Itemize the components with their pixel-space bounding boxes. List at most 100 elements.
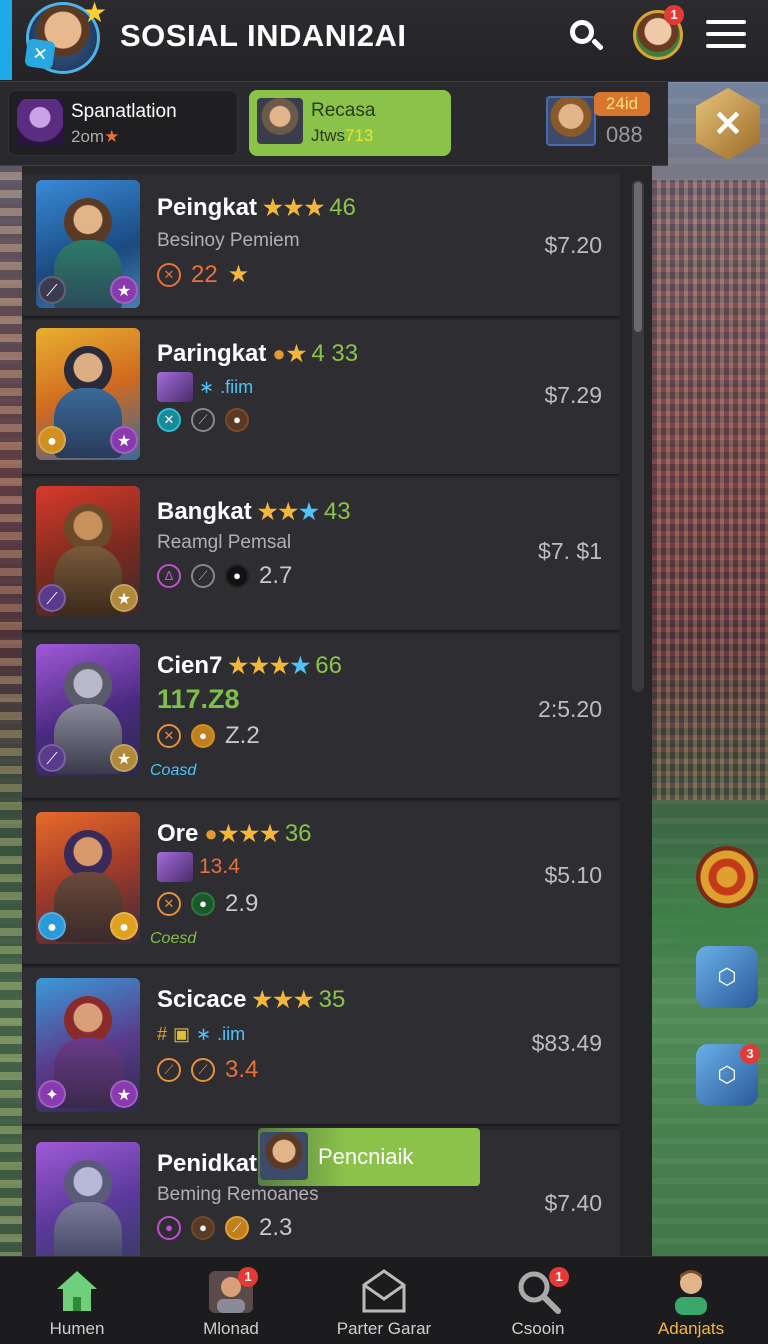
slash-icon: ⟋ bbox=[191, 1058, 215, 1082]
opponent-tag: 24id bbox=[594, 92, 650, 116]
profile-notification-badge: 1 bbox=[664, 5, 684, 25]
featured-bar: Spanatlation 2om★ Recasa Jtws713 24id 08… bbox=[0, 82, 668, 166]
nav-home[interactable]: Humen bbox=[0, 1257, 154, 1344]
hero-price: $7. $1 bbox=[538, 538, 602, 564]
sparkle-icon: ✦ bbox=[38, 1080, 66, 1108]
star-badge-icon: ★ bbox=[110, 584, 138, 612]
search-button[interactable] bbox=[566, 16, 606, 56]
team-thumbnail bbox=[157, 852, 193, 882]
hero-portrait: ● ★ bbox=[36, 328, 140, 460]
star-badge-icon: ★ bbox=[110, 426, 138, 454]
hero-stats: ✕ ● Z.2 bbox=[157, 722, 260, 750]
hero-price: $7.20 bbox=[544, 232, 602, 258]
hero-portrait: ⟋ ★ bbox=[36, 644, 140, 776]
skill-icon: ✕ bbox=[157, 408, 181, 432]
nav-csooin[interactable]: 1 Csooin bbox=[461, 1257, 615, 1344]
scrollbar-thumb[interactable] bbox=[634, 182, 642, 332]
nav-adanjats[interactable]: Adanjats bbox=[614, 1257, 768, 1344]
star-icon: ★ bbox=[82, 0, 108, 28]
star-rating-icon: ★★★ bbox=[257, 499, 320, 524]
hero-subtitle: Beming Remoanes bbox=[157, 1184, 319, 1205]
star-icon: ★ bbox=[227, 261, 250, 288]
opponent-thumbnail[interactable] bbox=[546, 96, 596, 146]
list-item[interactable]: ● ★ Paringkat ●★ 4 33 ∗ .fiim ✕ ⟋ ● $7.29 bbox=[22, 320, 620, 476]
list-item[interactable]: ⟋ ★ Bangkat ★★★ 43 Reamgl Pemsal ∆ ⟋ ● 2.7… bbox=[22, 478, 620, 632]
power-icon: ✕ bbox=[157, 892, 181, 916]
featured-tab-1[interactable]: Spanatlation 2om★ bbox=[8, 90, 238, 156]
hero-name: Cien7 ★★★★ 66 bbox=[157, 652, 342, 679]
list-item[interactable]: ✦ ★ Scicace ★★★ 35 # ▣ ∗ .iim ⟋ ⟋ 3.4 $83.49 bbox=[22, 968, 620, 1126]
featured-thumbnail bbox=[17, 99, 63, 145]
header-accent-bar bbox=[0, 0, 12, 80]
hero-price: 2:5.20 bbox=[538, 696, 602, 722]
notification-toast[interactable]: Pencniaik bbox=[258, 1128, 480, 1186]
nav-label: Csooin bbox=[511, 1319, 565, 1338]
list-item[interactable]: ⟋ ★ Peingkat ★★★ 46 Besinoy Pemiem ✕ 22 ★ … bbox=[22, 174, 620, 318]
home-icon bbox=[57, 1271, 97, 1311]
hero-list[interactable]: ⟋ ★ Peingkat ★★★ 46 Besinoy Pemiem ✕ 22 ★ … bbox=[22, 166, 652, 1256]
hero-portrait: ⟋ ★ bbox=[36, 180, 140, 308]
list-scrollbar[interactable] bbox=[632, 180, 644, 692]
settings-gear-icon[interactable] bbox=[696, 846, 758, 908]
power-icon: ⟋ bbox=[157, 1058, 181, 1082]
leaf-icon: ● bbox=[191, 892, 215, 916]
hero-subtitle: ∗ .fiim bbox=[157, 372, 253, 402]
mask-icon: ● bbox=[191, 1216, 215, 1240]
mail-icon bbox=[362, 1269, 406, 1313]
hero-subtitle: Reamgl Pemsal bbox=[157, 532, 292, 553]
star-rating-icon: ★★★ bbox=[252, 987, 315, 1012]
power-icon: ✕ bbox=[157, 724, 181, 748]
nav-mlonad[interactable]: 1 Mlonad bbox=[154, 1257, 308, 1344]
coin-icon: ● bbox=[191, 724, 215, 748]
featured-tab-2-active[interactable]: Recasa Jtws713 bbox=[249, 90, 451, 156]
hero-stats: ✕ 22 ★ bbox=[157, 260, 249, 289]
featured-tab-meta: 2om★ bbox=[71, 127, 120, 146]
hero-portrait: ⟋ ★ bbox=[36, 486, 140, 616]
hero-tag: Coesd bbox=[150, 930, 197, 947]
top-header: ★ ✕ SOSIAL INDANI2AI 1 bbox=[0, 0, 768, 82]
hero-portrait: ✦ ★ bbox=[36, 978, 140, 1112]
hero-price: $7.40 bbox=[544, 1190, 602, 1216]
hamburger-menu-button[interactable] bbox=[706, 20, 746, 52]
profile-icon bbox=[675, 1270, 707, 1315]
slash-icon: ⟋ bbox=[191, 408, 215, 432]
nav-parter-garar[interactable]: Parter Garar bbox=[307, 1257, 461, 1344]
hero-price: $7.29 bbox=[544, 382, 602, 408]
star-icon: ★ bbox=[104, 127, 120, 146]
featured-thumbnail bbox=[257, 98, 303, 144]
hero-price: $5.10 bbox=[544, 862, 602, 888]
nav-label: Mlonad bbox=[203, 1319, 259, 1338]
featured-tab-title: Spanatlation bbox=[71, 101, 177, 122]
star-badge-icon: ★ bbox=[110, 276, 138, 304]
star-rating-icon: ●★ bbox=[272, 341, 308, 366]
level-badge-icon: ✕ bbox=[24, 38, 56, 70]
hero-subtitle: 13.4 bbox=[157, 852, 240, 882]
coin-icon: ● bbox=[110, 912, 138, 940]
opponent-value: 088 bbox=[606, 122, 643, 147]
hero-name: Scicace ★★★ 35 bbox=[157, 986, 346, 1013]
list-item[interactable]: ● ● Ore ●★★★ 36 13.4 ✕ ● 2.9 Coesd $5.10 bbox=[22, 802, 620, 966]
featured-tab-meta: Jtws713 bbox=[311, 126, 374, 145]
nav-notification-badge: 1 bbox=[549, 1267, 569, 1287]
hero-portrait bbox=[36, 1142, 140, 1256]
power-icon: ✕ bbox=[157, 262, 181, 287]
list-item[interactable]: ⟋ ★ Cien7 ★★★★ 66 117.Z8 ✕ ● Z.2 Coasd 2:5… bbox=[22, 634, 620, 800]
shield-icon: ● bbox=[38, 912, 66, 940]
hero-tag: Coasd bbox=[150, 762, 197, 779]
cube-notification-badge: 3 bbox=[740, 1044, 760, 1064]
hero-stats: ✕ ● 2.9 bbox=[157, 890, 258, 918]
nav-notification-badge: 1 bbox=[238, 1267, 258, 1287]
cube-icon[interactable]: ⬡ bbox=[696, 946, 758, 1008]
crowd-background-right bbox=[648, 180, 768, 800]
toast-avatar bbox=[260, 1132, 308, 1180]
nav-label: Adanjats bbox=[657, 1319, 725, 1338]
star-rating-icon: ★★★★ bbox=[228, 653, 312, 678]
weapon-icon: ⟋ bbox=[38, 276, 66, 304]
team-thumbnail bbox=[157, 372, 193, 402]
hero-stats: ● ● ⟋ 2.3 bbox=[157, 1214, 292, 1242]
nav-label: Parter Garar bbox=[336, 1319, 432, 1338]
skill-icon: ∆ bbox=[157, 564, 181, 588]
star-rating-icon: ★★★ bbox=[263, 195, 326, 220]
coin-icon: ● bbox=[38, 426, 66, 454]
search-icon bbox=[570, 20, 594, 44]
